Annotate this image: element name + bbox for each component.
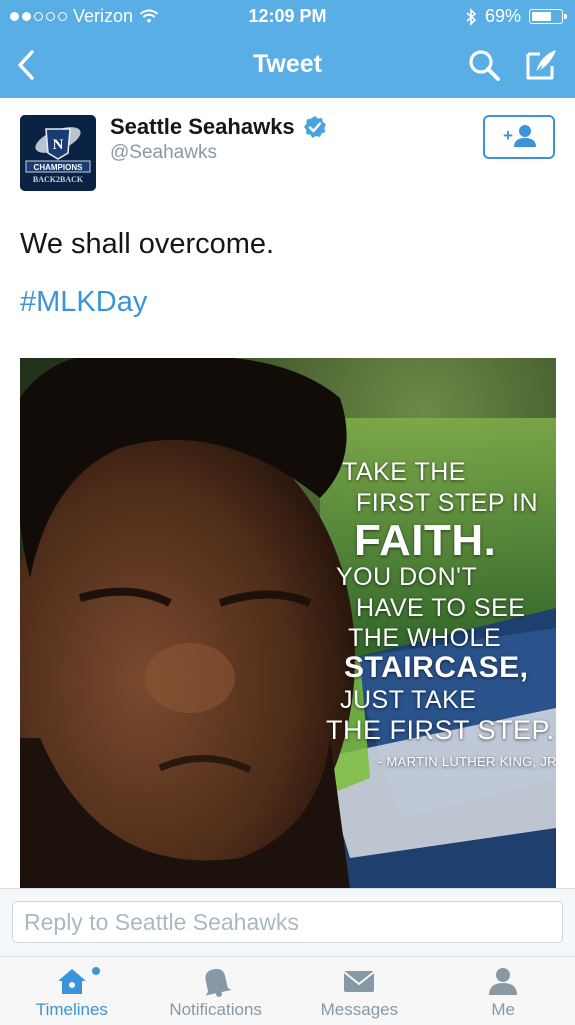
follow-user-icon: + [503,125,536,147]
avatar-text-backtoback: BACK2BACK [33,175,84,184]
verified-badge-icon [303,116,326,138]
tweet-photo[interactable]: TAKE THE FIRST STEP IN FAITH. YOU DON'T … [20,358,556,888]
quote-line-8: JUST TAKE [340,686,477,714]
svg-text:N: N [53,137,64,153]
follow-button[interactable]: + [483,115,555,159]
tab-label: Me [491,1000,515,1019]
header: Verizon 12:09 PM 69% Tweet [0,0,575,98]
new-tweets-dot [92,967,100,975]
reply-input[interactable] [12,901,563,943]
photo-background [20,358,556,888]
author-handle[interactable]: @Seahawks [110,142,217,164]
quote-line-7: STAIRCASE, [344,651,529,684]
tab-label: Notifications [169,1000,262,1019]
battery-percent: 69% [484,6,521,26]
hashtag-link[interactable]: #MLKDay [20,286,147,319]
quote-attribution: - MARTIN LUTHER KING, JR. [378,754,556,769]
tab-bar: Timelines Notifications Messages Me [0,956,575,1025]
tab-label: Timelines [35,1000,108,1019]
reply-bar [0,888,575,957]
tab-label: Messages [320,1000,399,1019]
quote-line-1: TAKE THE [342,458,466,486]
avatar-text-champions: CHAMPIONS [34,163,84,172]
person-icon [489,968,518,995]
quote-line-6: THE WHOLE [348,624,502,652]
status-bar: Verizon 12:09 PM 69% [0,0,575,32]
author-name-row: Seattle Seahawks [110,114,327,140]
avatar[interactable]: N CHAMPIONS BACK2BACK [20,115,96,191]
tab-me[interactable]: Me [431,957,575,1025]
tab-notifications[interactable]: Notifications [144,957,288,1025]
quote-line-9: THE FIRST STEP. [326,715,555,745]
svg-text:+: + [503,126,513,145]
status-right: 69% [465,6,567,27]
tab-timelines[interactable]: Timelines [0,957,144,1025]
compose-icon[interactable] [522,46,560,84]
search-icon[interactable] [466,48,502,84]
tab-messages[interactable]: Messages [288,957,432,1025]
home-icon [57,969,86,994]
quote-line-2: FIRST STEP IN [356,489,539,517]
nav-bar: Tweet [0,32,575,98]
nfc-champions-logo: N CHAMPIONS BACK2BACK [20,115,96,191]
quote-line-5: HAVE TO SEE [356,594,526,622]
tweet-text: We shall overcome. [20,228,275,260]
quote-line-3: FAITH. [354,516,497,565]
bell-icon [205,968,231,997]
bluetooth-icon [466,7,477,26]
envelope-icon [343,971,375,992]
battery-icon [529,9,567,24]
author-name[interactable]: Seattle Seahawks [110,114,295,140]
quote-line-4: YOU DON'T [336,563,478,591]
